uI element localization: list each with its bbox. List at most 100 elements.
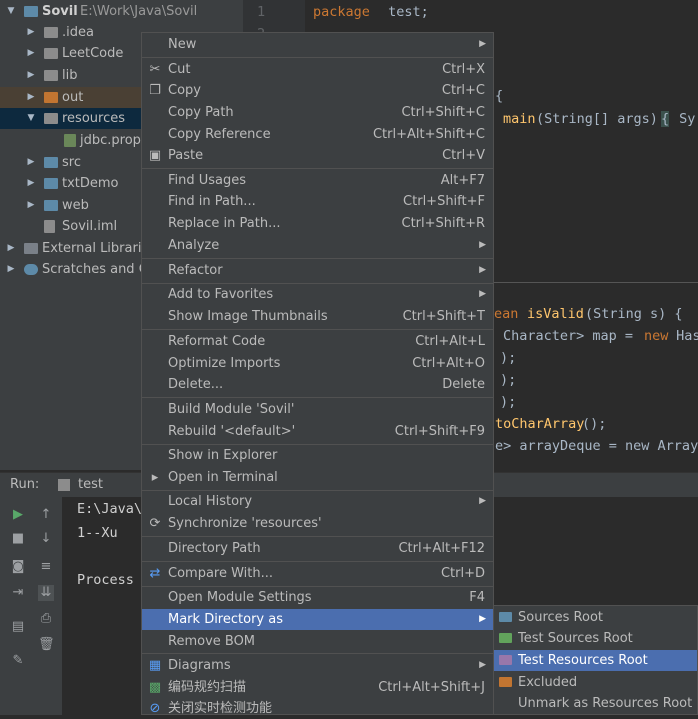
submenu-item-sources-root[interactable]: Sources Root — [494, 607, 697, 628]
layout-icon[interactable]: ▤ — [10, 619, 26, 635]
code-text: test; — [380, 4, 429, 20]
menu-item-directory-path[interactable]: Directory Path Ctrl+Alt+F12 — [142, 538, 493, 559]
menu-item-label: 关闭实时检测功能 — [168, 701, 273, 716]
menu-item-show-in-explorer[interactable]: Show in Explorer — [142, 445, 493, 466]
menu-item-find-in-path[interactable]: Find in Path... Ctrl+Shift+F — [142, 191, 493, 212]
menu-item-label: Reformat Code — [168, 334, 266, 349]
context-menu: New ▶ ✂ Cut Ctrl+X ❐ Copy Ctrl+C Copy Path Ctr… — [141, 32, 494, 716]
menu-item-cut[interactable]: ✂ Cut Ctrl+X — [142, 59, 493, 80]
code-text: { — [495, 88, 504, 104]
menu-item-shortcut: Ctrl+D — [440, 566, 485, 581]
sources-root-icon — [499, 612, 512, 622]
chevron-right-icon[interactable]: ▶ — [26, 43, 36, 64]
disable-icon: ⊘ — [149, 701, 161, 716]
chevron-right-icon[interactable]: ▶ — [26, 173, 36, 194]
menu-item-open-module-settings[interactable]: Open Module Settings F4 — [142, 587, 493, 608]
menu-item-code-scan[interactable]: ▩ 编码规约扫描 Ctrl+Alt+Shift+J — [142, 677, 493, 698]
menu-item-local-history[interactable]: Local History ▶ — [142, 491, 493, 512]
menu-item-new[interactable]: New ▶ — [142, 34, 493, 55]
menu-item-copy[interactable]: ❐ Copy Ctrl+C — [142, 80, 493, 101]
menu-item-refactor[interactable]: Refactor ▶ — [142, 260, 493, 281]
menu-item-remove-bom[interactable]: Remove BOM — [142, 631, 493, 652]
run-tab[interactable]: test — [78, 477, 103, 492]
code-text: ); — [500, 350, 517, 366]
scan-icon: ▩ — [148, 680, 162, 695]
chevron-down-icon[interactable]: ▼ — [26, 108, 36, 129]
chevron-right-icon[interactable]: ▶ — [26, 65, 36, 86]
terminal-icon: ▸ — [151, 470, 159, 485]
chevron-right-icon[interactable]: ▶ — [6, 238, 16, 259]
stop-icon[interactable]: ■ — [10, 531, 26, 547]
login-icon[interactable]: ⇥ — [10, 585, 26, 601]
trash-icon[interactable]: 🗑 — [38, 637, 55, 653]
menu-item-delete[interactable]: Delete... Delete — [142, 374, 493, 395]
tree-item-label: .idea — [62, 25, 94, 40]
tree-item-label: LeetCode — [62, 46, 124, 61]
menu-item-label: Remove BOM — [168, 634, 256, 649]
menu-separator — [142, 653, 493, 654]
menu-item-paste[interactable]: ▣ Paste Ctrl+V — [142, 145, 493, 166]
chevron-right-icon[interactable]: ▶ — [6, 259, 16, 280]
menu-separator — [142, 258, 493, 259]
menu-item-label: Replace in Path... — [168, 216, 281, 231]
tree-root-name: Sovil — [42, 4, 78, 19]
soft-wrap-icon[interactable]: ≡ — [38, 559, 54, 575]
submenu-item-label: Test Resources Root — [518, 653, 648, 668]
menu-item-synchronize[interactable]: ⟳ Synchronize 'resources' — [142, 513, 493, 534]
menu-item-reformat-code[interactable]: Reformat Code Ctrl+Alt+L — [142, 331, 493, 352]
scroll-to-end-icon[interactable]: ⇊ — [38, 585, 54, 601]
rerun-icon[interactable]: ▶ — [10, 507, 26, 523]
menu-item-label: Mark Directory as — [168, 612, 283, 627]
menu-item-optimize-imports[interactable]: Optimize Imports Ctrl+Alt+O — [142, 353, 493, 374]
menu-item-label: Refactor — [168, 263, 223, 278]
menu-item-diagrams[interactable]: ▦ Diagrams ▶ — [142, 655, 493, 676]
camera-icon[interactable]: ◙ — [10, 559, 26, 575]
menu-item-label: Rebuild '<default>' — [168, 424, 296, 439]
menu-item-copy-path[interactable]: Copy Path Ctrl+Shift+C — [142, 102, 493, 123]
menu-item-shortcut: Ctrl+V — [442, 148, 485, 163]
menu-item-disable-realtime[interactable]: ⊘ 关闭实时检测功能 — [142, 698, 493, 719]
tree-item-label: txtDemo — [62, 176, 119, 191]
menu-item-replace-in-path[interactable]: Replace in Path... Ctrl+Shift+R — [142, 213, 493, 234]
menu-item-open-in-terminal[interactable]: ▸ Open in Terminal — [142, 467, 493, 488]
pin-icon[interactable]: ✎ — [10, 653, 26, 669]
menu-item-build-module[interactable]: Build Module 'Sovil' — [142, 399, 493, 420]
menu-item-compare-with[interactable]: ⇄ Compare With... Ctrl+D — [142, 563, 493, 584]
menu-item-rebuild[interactable]: Rebuild '<default>' Ctrl+Shift+F9 — [142, 421, 493, 442]
menu-item-copy-reference[interactable]: Copy Reference Ctrl+Alt+Shift+C — [142, 124, 493, 145]
chevron-right-icon[interactable]: ▶ — [26, 22, 36, 43]
code-text: Has — [668, 328, 698, 344]
menu-item-analyze[interactable]: Analyze ▶ — [142, 235, 493, 256]
submenu-arrow-icon: ▶ — [479, 289, 486, 299]
submenu-item-excluded[interactable]: Excluded — [494, 672, 697, 693]
chevron-right-icon[interactable]: ▶ — [26, 152, 36, 173]
menu-item-find-usages[interactable]: Find Usages Alt+F7 — [142, 170, 493, 191]
menu-item-shortcut: Ctrl+Alt+Shift+J — [378, 680, 485, 695]
print-icon[interactable]: ⎙ — [38, 611, 54, 627]
console-line: 1--Xu — [77, 525, 118, 541]
chevron-down-icon[interactable]: ▼ — [6, 1, 16, 22]
menu-separator — [142, 168, 493, 169]
arrow-down-icon[interactable]: ↓ — [38, 531, 54, 547]
menu-item-shortcut: Ctrl+Alt+Shift+C — [372, 127, 485, 142]
sync-icon: ⟳ — [149, 516, 161, 531]
menu-item-mark-directory-as[interactable]: Mark Directory as ▶ — [142, 609, 493, 630]
submenu-item-label: Test Sources Root — [518, 631, 633, 646]
console-line: E:\Java\ — [77, 501, 143, 517]
submenu-item-test-resources-root[interactable]: Test Resources Root — [494, 650, 697, 671]
folder-icon — [24, 6, 38, 17]
menu-item-shortcut: Ctrl+Shift+C — [401, 105, 485, 120]
submenu-item-test-sources-root[interactable]: Test Sources Root — [494, 628, 697, 649]
submenu-arrow-icon: ▶ — [479, 496, 486, 506]
compare-icon: ⇄ — [149, 566, 161, 581]
menu-item-label: Diagrams — [168, 658, 231, 673]
menu-item-shortcut: Delete — [442, 377, 485, 392]
tree-root[interactable]: ▼ Sovil E:\Work\Java\Sovil — [0, 1, 243, 22]
chevron-right-icon[interactable]: ▶ — [26, 195, 36, 216]
arrow-up-icon[interactable]: ↑ — [38, 507, 54, 523]
submenu-item-unmark[interactable]: Unmark as Resources Root — [494, 693, 697, 714]
menu-item-add-to-favorites[interactable]: Add to Favorites ▶ — [142, 284, 493, 305]
menu-item-show-image-thumbnails[interactable]: Show Image Thumbnails Ctrl+Shift+T — [142, 306, 493, 327]
submenu-item-label: Unmark as Resources Root — [518, 696, 693, 711]
chevron-right-icon[interactable]: ▶ — [26, 87, 36, 108]
